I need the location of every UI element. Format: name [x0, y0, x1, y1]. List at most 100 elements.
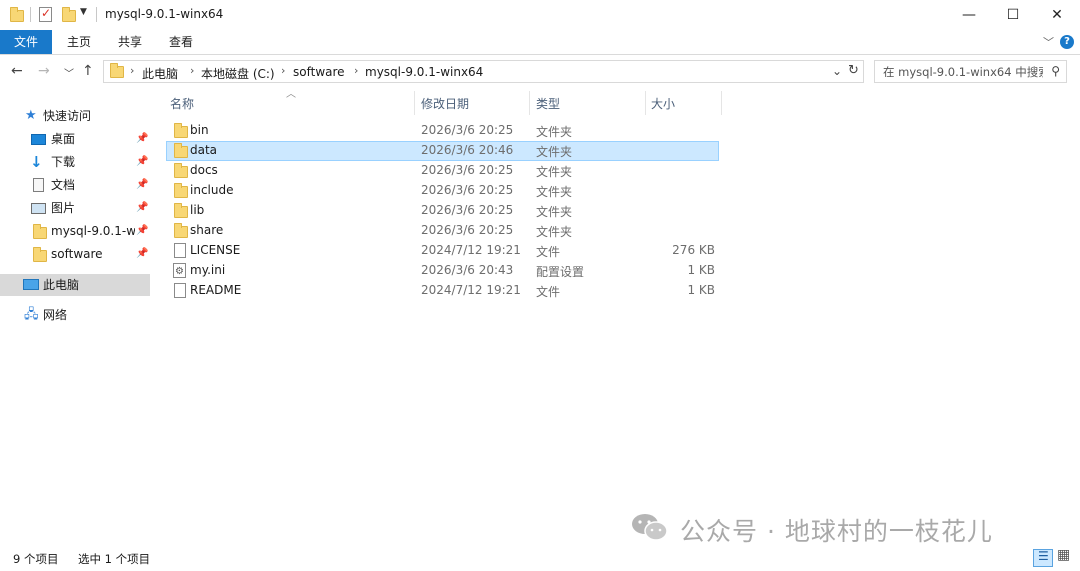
file-list: ︿ 名称 修改日期 类型 大小 bin 2026/3/6 20:25 文件夹 d…	[152, 88, 1080, 543]
file-name: share	[190, 223, 224, 237]
breadcrumb-software[interactable]: software	[293, 65, 345, 79]
pin-icon[interactable]: 📌	[136, 128, 148, 150]
column-divider[interactable]	[645, 91, 646, 115]
file-row-lib[interactable]: lib 2026/3/6 20:25 文件夹	[166, 201, 719, 221]
nav-network[interactable]: 🖧 网络	[0, 304, 150, 326]
nav-label: 快速访问	[43, 109, 92, 123]
close-button[interactable]: ✕	[1034, 0, 1080, 30]
tab-file[interactable]: 文件	[0, 30, 52, 54]
search-box[interactable]: ⚲	[874, 60, 1067, 83]
tab-view[interactable]: 查看	[157, 30, 205, 54]
selected-count: 选中 1 个项目	[78, 552, 151, 566]
file-row-data[interactable]: data 2026/3/6 20:46 文件夹	[166, 141, 719, 161]
pin-icon[interactable]: 📌	[136, 174, 148, 196]
back-arrow-icon[interactable]: ←	[11, 63, 23, 79]
chevron-right-icon[interactable]: ›	[354, 64, 358, 77]
address-dropdown-icon[interactable]: ⌄	[832, 64, 842, 78]
file-type: 文件	[536, 285, 561, 299]
file-row-share[interactable]: share 2026/3/6 20:25 文件夹	[166, 221, 719, 241]
file-type: 文件夹	[536, 205, 573, 219]
expand-ribbon-icon[interactable]: ﹀	[1043, 34, 1054, 50]
search-icon[interactable]: ⚲	[1051, 64, 1060, 78]
nav-desktop[interactable]: 桌面 📌	[0, 128, 150, 150]
tab-share[interactable]: 共享	[106, 30, 154, 54]
status-bar: 9 个项目 选中 1 个项目	[0, 545, 1080, 571]
nav-label: 文档	[51, 178, 76, 192]
file-name: lib	[190, 203, 205, 217]
pin-icon[interactable]: 📌	[136, 220, 148, 242]
column-header-size[interactable]: 大小	[651, 95, 675, 112]
nav-label: 图片	[51, 201, 76, 215]
breadcrumb-local-disk[interactable]: 本地磁盘 (C:)	[201, 65, 275, 82]
nav-label: 网络	[43, 308, 68, 322]
chevron-right-icon[interactable]: ›	[130, 64, 134, 77]
breadcrumb-mysql[interactable]: mysql-9.0.1-winx64	[365, 65, 483, 79]
pin-icon[interactable]: 📌	[136, 151, 148, 173]
column-divider[interactable]	[721, 91, 722, 115]
file-size: 276 KB	[672, 243, 715, 257]
refresh-icon[interactable]: ↻	[848, 63, 859, 78]
nav-mysql-folder[interactable]: mysql-9.0.1-wir 📌	[0, 220, 150, 242]
large-icons-view-icon[interactable]	[1056, 547, 1072, 566]
column-header-type[interactable]: 类型	[536, 95, 560, 112]
file-row-bin[interactable]: bin 2026/3/6 20:25 文件夹	[166, 121, 719, 141]
file-date: 2026/3/6 20:46	[421, 143, 514, 157]
config-file-icon	[173, 263, 186, 278]
folder-icon	[174, 163, 188, 178]
chevron-right-icon[interactable]: ›	[190, 64, 194, 77]
nav-documents[interactable]: 文档 📌	[0, 174, 150, 196]
properties-icon[interactable]	[39, 6, 52, 22]
search-input[interactable]	[875, 61, 1043, 82]
file-name: include	[190, 183, 234, 197]
address-bar[interactable]: › 此电脑 › 本地磁盘 (C:) › software › mysql-9.0…	[103, 60, 864, 83]
file-type: 文件	[536, 245, 561, 259]
folder-icon	[33, 224, 47, 239]
file-name: data	[190, 143, 218, 157]
file-name: bin	[190, 123, 209, 137]
ribbon: 文件 主页 共享 查看 ﹀ ?	[0, 30, 1080, 55]
help-icon[interactable]: ?	[1060, 35, 1074, 49]
file-row-include[interactable]: include 2026/3/6 20:25 文件夹	[166, 181, 719, 201]
file-row-my-ini[interactable]: my.ini 2026/3/6 20:43 配置设置 1 KB	[166, 261, 719, 281]
pin-icon[interactable]: 📌	[136, 243, 148, 265]
chevron-right-icon[interactable]: ›	[281, 64, 285, 77]
file-name: README	[190, 283, 242, 297]
nav-software-folder[interactable]: software 📌	[0, 243, 150, 265]
nav-pictures[interactable]: 图片 📌	[0, 197, 150, 219]
folder-icon	[10, 7, 24, 22]
recent-locations-icon[interactable]: ﹀	[64, 65, 74, 80]
nav-label: software	[51, 247, 103, 261]
file-type: 文件夹	[536, 145, 573, 159]
column-divider[interactable]	[529, 91, 530, 115]
nav-label: mysql-9.0.1-wir	[51, 224, 135, 238]
nav-label: 此电脑	[43, 278, 80, 292]
breadcrumb-this-pc[interactable]: 此电脑	[142, 65, 178, 82]
column-header-name[interactable]: 名称	[170, 95, 194, 112]
details-view-icon[interactable]	[1033, 549, 1053, 567]
new-folder-icon[interactable]	[62, 7, 76, 22]
nav-downloads[interactable]: ↓ 下载 📌	[0, 151, 150, 173]
item-count: 9 个项目	[13, 552, 59, 566]
file-icon	[174, 283, 186, 298]
column-header-date[interactable]: 修改日期	[421, 95, 469, 112]
folder-icon	[174, 203, 188, 218]
tab-home[interactable]: 主页	[55, 30, 103, 54]
nav-this-pc[interactable]: 此电脑	[0, 274, 150, 296]
pin-icon[interactable]: 📌	[136, 197, 148, 219]
file-name: docs	[190, 163, 218, 177]
folder-icon	[110, 63, 124, 78]
minimize-button[interactable]: —	[946, 0, 992, 30]
forward-arrow-icon[interactable]: →	[38, 63, 50, 79]
documents-icon	[33, 178, 44, 192]
customize-toolbar-icon[interactable]: ▼	[80, 7, 87, 17]
watermark-text: 公众号 · 地球村的一枝花儿	[680, 517, 993, 546]
file-row-readme[interactable]: README 2024/7/12 19:21 文件 1 KB	[166, 281, 719, 301]
up-arrow-icon[interactable]: ↑	[82, 63, 94, 79]
navigation-pane: ★ 快速访问 桌面 📌 ↓ 下载 📌 文档 📌 图片 📌 mysql-9.0.1…	[0, 92, 152, 542]
file-row-docs[interactable]: docs 2026/3/6 20:25 文件夹	[166, 161, 719, 181]
file-row-license[interactable]: LICENSE 2024/7/12 19:21 文件 276 KB	[166, 241, 719, 261]
nav-quick-access[interactable]: ★ 快速访问	[0, 105, 150, 127]
column-divider[interactable]	[414, 91, 415, 115]
maximize-button[interactable]: ☐	[990, 0, 1036, 30]
file-type: 文件夹	[536, 185, 573, 199]
